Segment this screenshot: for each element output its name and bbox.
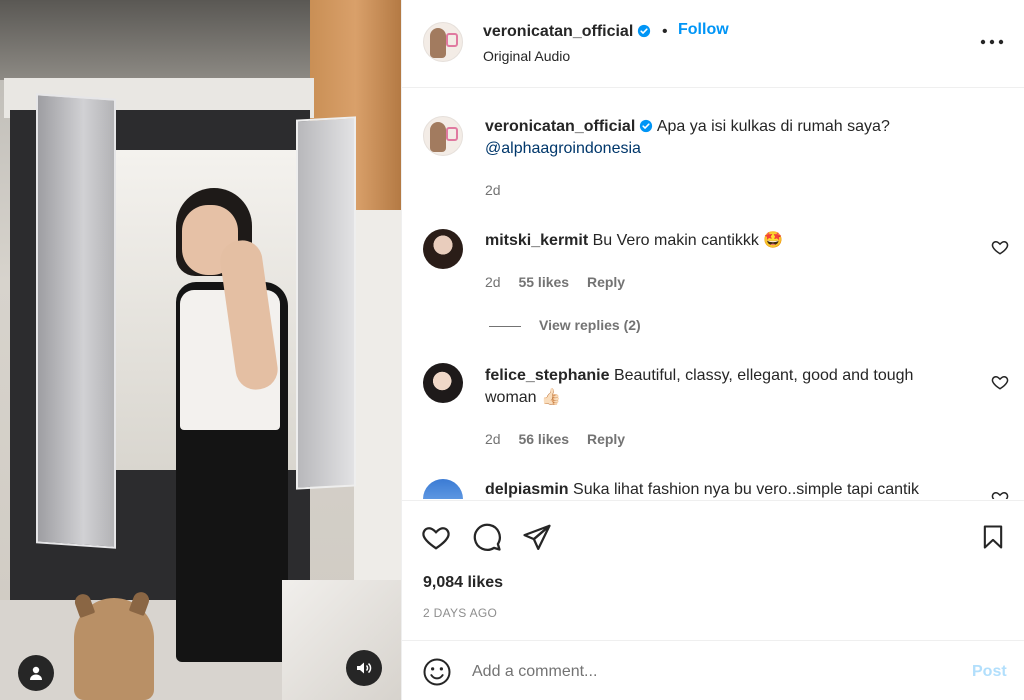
- post-comment-button[interactable]: Post: [972, 663, 1007, 681]
- commenter-avatar[interactable]: [423, 229, 463, 269]
- caption-meta: 2d: [485, 182, 515, 198]
- avatar-logo: [446, 33, 458, 47]
- like-button[interactable]: [420, 521, 452, 553]
- bookmark-icon: [983, 525, 1003, 549]
- caption-timestamp[interactable]: 2d: [485, 182, 501, 198]
- comment-likes-count[interactable]: 55 likes: [518, 274, 569, 290]
- author-username-row: veronicatan_official: [483, 23, 651, 41]
- comment-likes-count[interactable]: 56 likes: [518, 431, 569, 447]
- comment-emoji: 👍🏻: [541, 389, 561, 406]
- avatar-figure: [430, 122, 446, 152]
- avatar-figure: [430, 28, 446, 58]
- comment-like-heart-icon[interactable]: [991, 489, 1009, 499]
- replies-divider-line: [489, 325, 521, 327]
- comment-timestamp[interactable]: 2d: [485, 274, 501, 290]
- comment-composer: Post: [402, 640, 1024, 700]
- comment-body: Suka lihat fashion nya bu vero..simple t…: [573, 481, 919, 498]
- comment-like-heart-icon[interactable]: [991, 238, 1009, 256]
- media-dog: [74, 598, 154, 700]
- comments-list[interactable]: veronicatan_official Apa ya isi kulkas d…: [402, 89, 1024, 499]
- comment-bubble-icon: [473, 523, 501, 551]
- view-replies-button[interactable]: View replies (2): [489, 317, 641, 333]
- caption-text: veronicatan_official Apa ya isi kulkas d…: [485, 116, 965, 160]
- avatar-logo: [446, 127, 458, 141]
- post-likes-count[interactable]: 9,084 likes: [423, 574, 503, 592]
- author-avatar[interactable]: [423, 22, 463, 62]
- caption-author-avatar[interactable]: [423, 116, 463, 156]
- post-actions: 9,084 likes 2 DAYS AGO: [402, 500, 1024, 640]
- original-audio-link[interactable]: Original Audio: [483, 48, 570, 64]
- comment-input[interactable]: [472, 659, 942, 685]
- media-fridge-door-right: [296, 116, 356, 490]
- comment-text: felice_stephanie Beautiful, classy, elle…: [485, 365, 965, 409]
- comment-body: Bu Vero makin cantikkk: [592, 232, 759, 249]
- share-button[interactable]: [521, 521, 553, 553]
- emoji-smile-icon[interactable]: [422, 657, 452, 687]
- commenter-username[interactable]: felice_stephanie: [485, 367, 610, 384]
- post-header: veronicatan_official • Follow Original A…: [402, 0, 1024, 88]
- speaker-icon: [357, 662, 372, 674]
- post-panel: veronicatan_official • Follow Original A…: [401, 0, 1024, 700]
- comment-button[interactable]: [471, 521, 503, 553]
- save-button[interactable]: [977, 521, 1009, 553]
- user-tag-icon: [30, 666, 42, 680]
- view-replies-label: View replies (2): [539, 317, 641, 333]
- follow-button[interactable]: Follow: [678, 21, 729, 39]
- comment-reply-button[interactable]: Reply: [587, 431, 625, 447]
- header-separator: •: [662, 23, 668, 40]
- post-media[interactable]: [0, 0, 401, 700]
- caption-author[interactable]: veronicatan_official: [485, 118, 635, 135]
- more-horizontal-icon: [980, 39, 1004, 45]
- user-tag-button[interactable]: [18, 655, 54, 691]
- comment-like-heart-icon[interactable]: [991, 373, 1009, 391]
- verified-badge-icon: [640, 119, 653, 133]
- commenter-avatar[interactable]: [423, 363, 463, 403]
- author-username[interactable]: veronicatan_official: [483, 23, 633, 40]
- commenter-username[interactable]: mitski_kermit: [485, 232, 588, 249]
- paper-plane-icon: [523, 524, 551, 550]
- more-options-button[interactable]: [977, 30, 1007, 54]
- caption-body: Apa ya isi kulkas di rumah saya?: [656, 118, 890, 135]
- verified-badge-icon: [638, 24, 651, 38]
- media-wall: [354, 210, 401, 590]
- comment-emoji: 🤩: [763, 232, 784, 249]
- commenter-username[interactable]: delpiasmin: [485, 481, 569, 498]
- post-date[interactable]: 2 DAYS AGO: [423, 606, 497, 620]
- comment-timestamp[interactable]: 2d: [485, 431, 501, 447]
- comment-reply-button[interactable]: Reply: [587, 274, 625, 290]
- comment-meta: 2d 55 likes Reply: [485, 274, 639, 290]
- comment-text: delpiasmin Suka lihat fashion nya bu ver…: [485, 479, 975, 499]
- caption-mention-link[interactable]: @alphaagroindonesia: [485, 140, 641, 157]
- commenter-avatar[interactable]: [423, 479, 463, 499]
- comment-text: mitski_kermit Bu Vero makin cantikkk 🤩: [485, 230, 965, 252]
- media-fridge-door-left: [36, 93, 116, 549]
- comment-meta: 2d 56 likes Reply: [485, 431, 639, 447]
- media-counter: [282, 580, 401, 700]
- audio-toggle-button[interactable]: [346, 650, 382, 686]
- heart-icon: [422, 527, 450, 550]
